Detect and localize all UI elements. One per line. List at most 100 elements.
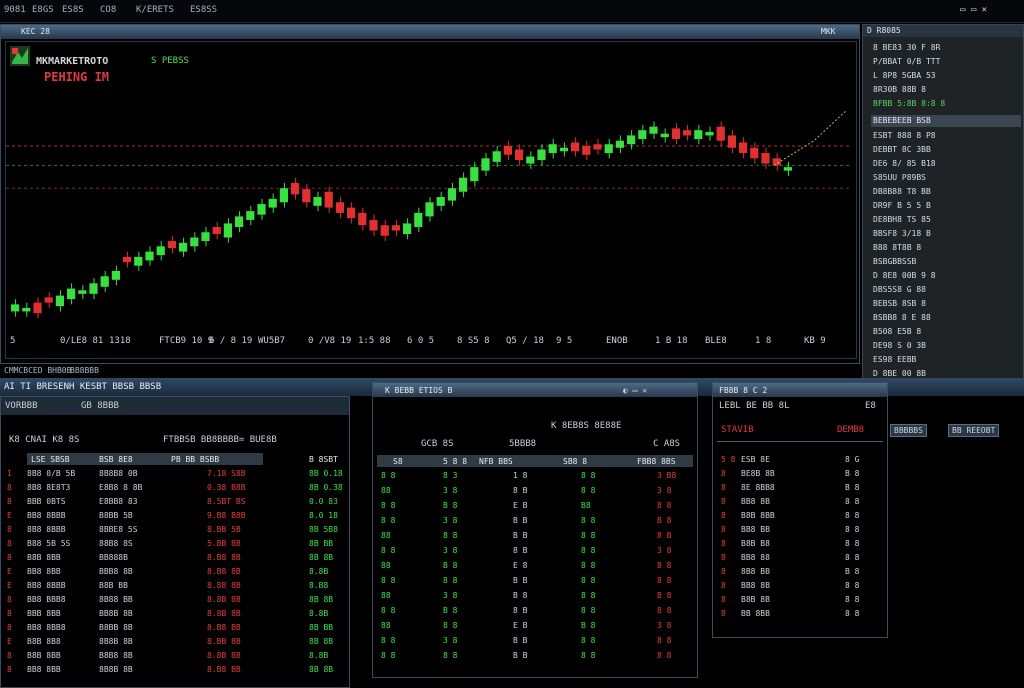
table-cell[interactable]: BB8 8B <box>741 497 770 506</box>
table-cell[interactable]: 88 <box>381 591 391 600</box>
table-cell[interactable]: 8 8 <box>845 595 859 604</box>
table-cell[interactable]: 8 8 <box>581 591 595 600</box>
table-cell[interactable]: 8.BB 8B <box>207 637 241 646</box>
table-cell[interactable]: 8.88 8B <box>207 581 241 590</box>
table-cell[interactable]: 88 <box>381 561 391 570</box>
panel-item[interactable]: DR9F B 5 5 B <box>873 201 931 210</box>
table-cell[interactable]: E B <box>513 621 527 630</box>
column-header[interactable]: SB8 8 <box>563 457 587 466</box>
table-cell[interactable]: B B <box>513 531 527 540</box>
action-button[interactable]: BBBBBS <box>890 424 927 437</box>
panel-item[interactable]: DB8B88 T8 BB <box>873 187 931 196</box>
table-cell[interactable]: 8 8 <box>845 525 859 534</box>
table-cell[interactable]: ESB 8E <box>741 455 770 464</box>
table-cell[interactable]: 8 8 <box>581 471 595 480</box>
table-cell[interactable]: 8B BB <box>309 539 333 548</box>
table-cell[interactable]: 1 <box>7 469 12 478</box>
table-cell[interactable]: 9.B8 B8B <box>207 511 246 520</box>
menu-item[interactable]: E8GS <box>32 5 54 15</box>
table-cell[interactable]: BB8 8BB <box>27 567 61 576</box>
table-cell[interactable]: B8B 8B8 <box>27 637 61 646</box>
candlestick-chart[interactable]: MKMARKETROTO S PEBSS PEHING IM 5 0/LE8 81… <box>5 41 857 359</box>
table-cell[interactable]: 8 <box>721 497 726 506</box>
table-cell[interactable]: B8B 8BB <box>27 651 61 660</box>
table-cell[interactable]: 8 8 <box>581 576 595 585</box>
table-cell[interactable]: 8B8 8BBB <box>27 525 66 534</box>
table-cell[interactable]: B 8 <box>845 567 859 576</box>
table-cell[interactable]: 8 8 <box>581 516 595 525</box>
table-cell[interactable]: 7.18 S8B <box>207 469 246 478</box>
table-cell[interactable]: 8 8 <box>443 651 457 660</box>
table-cell[interactable]: 8 8 <box>381 501 395 510</box>
table-cell[interactable]: 8 <box>721 525 726 534</box>
table-cell[interactable]: 3 8 <box>657 621 671 630</box>
table-cell[interactable]: 8 8 <box>845 539 859 548</box>
table-cell[interactable]: 8.8B 8B <box>207 595 241 604</box>
table-cell[interactable]: 8 8 <box>657 561 671 570</box>
panel-item[interactable]: ES98 EEBB <box>873 355 916 364</box>
table-cell[interactable]: BB8 8BBB <box>27 511 66 520</box>
table-cell[interactable]: 8.8B <box>309 609 328 618</box>
table-cell[interactable]: 8.BB 5B <box>207 525 241 534</box>
table-cell[interactable]: 8 8 <box>657 606 671 615</box>
column-header[interactable]: NFB BBS <box>479 457 513 466</box>
table-cell[interactable]: B 8 <box>581 621 595 630</box>
table-cell[interactable]: 8 B <box>513 486 527 495</box>
table-cell[interactable]: 8 <box>7 497 12 506</box>
table-cell[interactable]: 8 B <box>513 546 527 555</box>
table-cell[interactable]: B8B 8BB <box>741 511 775 520</box>
table-cell[interactable]: B 8 <box>513 591 527 600</box>
table-cell[interactable]: 8 8 <box>657 651 671 660</box>
menu-item[interactable]: K/ERETS <box>136 5 174 15</box>
table-cell[interactable]: BB 8BB <box>741 609 770 618</box>
table-cell[interactable]: BBB 0BTS <box>27 497 66 506</box>
table-cell[interactable]: 8 <box>7 651 12 660</box>
table-cell[interactable]: 8 <box>7 483 12 492</box>
table-cell[interactable]: 3 8 <box>443 636 457 645</box>
table-cell[interactable]: 8.8B <box>309 567 328 576</box>
panel-item[interactable]: DE98 S 0 3B <box>873 341 926 350</box>
table-cell[interactable]: 8 8 <box>443 531 457 540</box>
table-cell[interactable]: 5 8 <box>721 455 735 464</box>
table-cell[interactable]: B8 <box>581 501 591 510</box>
table-cell[interactable]: B 8 <box>657 516 671 525</box>
table-cell[interactable]: 8 3 <box>443 471 457 480</box>
table-cell[interactable]: 3 8 <box>443 516 457 525</box>
table-cell[interactable]: 8B8 8E8T3 <box>27 483 70 492</box>
table-cell[interactable]: 8 <box>721 595 726 604</box>
table-cell[interactable]: 8.B8 BB <box>207 623 241 632</box>
table-cell[interactable]: 8 8 <box>381 516 395 525</box>
table-cell[interactable]: 8 8 <box>845 609 859 618</box>
table-cell[interactable]: E <box>7 581 12 590</box>
table-cell[interactable]: B 8 <box>845 483 859 492</box>
table-cell[interactable]: 8B BB <box>309 623 333 632</box>
table-cell[interactable]: B8B 8BB <box>27 553 61 562</box>
table-cell[interactable]: 8B8B 8B <box>99 665 133 674</box>
table-cell[interactable]: 8 8 <box>581 606 595 615</box>
table-cell[interactable]: 8.5BT BS <box>207 497 246 506</box>
table-cell[interactable]: 3 8 <box>443 546 457 555</box>
table-cell[interactable]: 8 B <box>513 606 527 615</box>
table-cell[interactable]: 8 <box>721 469 726 478</box>
panel-item[interactable]: BSBB8 8 E 88 <box>873 313 931 322</box>
table-cell[interactable]: 8B 8B <box>309 637 333 646</box>
table-cell[interactable]: B B <box>513 576 527 585</box>
report-button[interactable]: BB REEOBT <box>948 424 1000 437</box>
table-cell[interactable]: B88 5B 5S <box>27 539 70 548</box>
table-cell[interactable]: 8 <box>721 511 726 520</box>
table-cell[interactable]: B B <box>513 636 527 645</box>
table-cell[interactable]: 8 <box>721 483 726 492</box>
table-cell[interactable]: 8.B8 8B <box>207 553 241 562</box>
table-cell[interactable]: BBB8 8B <box>99 567 133 576</box>
menu-item[interactable]: 9081 <box>4 5 26 15</box>
table-cell[interactable]: 8 <box>7 553 12 562</box>
panel-item[interactable]: ESBT 888 8 P8 <box>873 131 936 140</box>
table-cell[interactable]: 8 B <box>657 531 671 540</box>
panel-item[interactable]: BEBSB 8SB 8 <box>873 299 926 308</box>
table-cell[interactable]: 8 8 <box>381 576 395 585</box>
table-cell[interactable]: 3 8 <box>657 486 671 495</box>
table-cell[interactable]: 8.B8 <box>309 581 328 590</box>
panel-item[interactable]: B508 E5B 8 <box>873 327 921 336</box>
table-cell[interactable]: 8 8 <box>581 546 595 555</box>
panel-item[interactable]: DE6 8/ 85 B18 <box>873 159 936 168</box>
